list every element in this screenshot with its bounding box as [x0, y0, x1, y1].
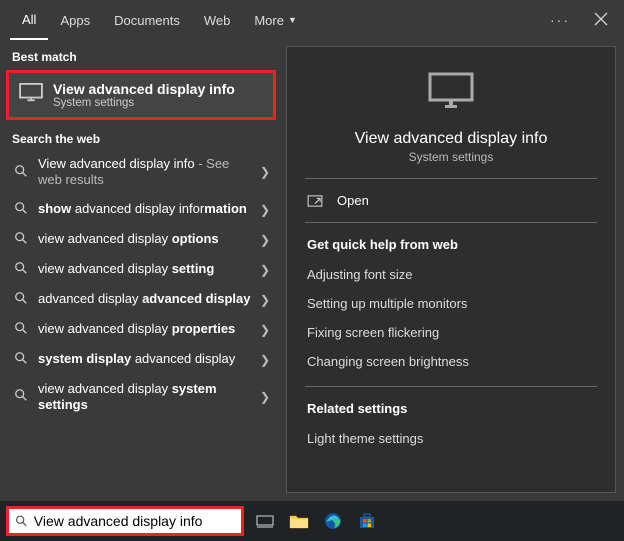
search-icon	[14, 351, 28, 368]
taskbar-search-input[interactable]	[34, 513, 235, 529]
taskbar-search-box[interactable]	[6, 506, 244, 536]
web-result-label: system display advanced display	[38, 351, 235, 367]
web-result[interactable]: view advanced display setting ❯	[2, 255, 280, 285]
quick-help-link[interactable]: Fixing screen flickering	[287, 318, 615, 347]
web-result[interactable]: show advanced display information ❯	[2, 195, 280, 225]
web-result[interactable]: view advanced display system settings ❯	[2, 375, 280, 420]
chevron-right-icon: ❯	[254, 323, 270, 337]
web-result-label: view advanced display setting	[38, 261, 214, 277]
web-result[interactable]: view advanced display options ❯	[2, 225, 280, 255]
filter-tabs: All Apps Documents Web More ▼ ···	[0, 0, 624, 40]
chevron-right-icon: ❯	[254, 390, 270, 404]
preview-pane: View advanced display info System settin…	[286, 46, 616, 493]
tab-more-label: More	[254, 13, 284, 28]
chevron-right-icon: ❯	[254, 263, 270, 277]
open-label: Open	[337, 193, 369, 208]
tab-all[interactable]: All	[10, 0, 48, 40]
preview-title: View advanced display info	[355, 130, 548, 148]
preview-subtitle: System settings	[409, 150, 494, 164]
store-icon	[358, 512, 376, 530]
tab-apps[interactable]: Apps	[48, 0, 102, 40]
tab-documents[interactable]: Documents	[102, 0, 192, 40]
folder-icon	[289, 513, 309, 529]
task-view-button[interactable]	[250, 506, 280, 536]
open-action[interactable]: Open	[287, 179, 615, 222]
best-match-subtitle: System settings	[53, 97, 235, 109]
monitor-icon	[427, 71, 475, 116]
search-icon	[15, 514, 28, 528]
file-explorer-button[interactable]	[284, 506, 314, 536]
task-view-icon	[256, 514, 274, 528]
search-icon	[14, 388, 28, 405]
web-result-label: show advanced display information	[38, 201, 247, 217]
chevron-right-icon: ❯	[254, 293, 270, 307]
group-header-web: Search the web	[0, 126, 282, 150]
chevron-right-icon: ❯	[254, 165, 270, 179]
microsoft-store-button[interactable]	[352, 506, 382, 536]
close-button[interactable]	[584, 6, 618, 35]
quick-help-link[interactable]: Adjusting font size	[287, 260, 615, 289]
web-result-label: view advanced display properties	[38, 321, 235, 337]
chevron-right-icon: ❯	[254, 353, 270, 367]
taskbar	[0, 501, 624, 541]
best-match-item[interactable]: View advanced display info System settin…	[6, 70, 276, 120]
search-icon	[14, 321, 28, 338]
web-result-label: view advanced display options	[38, 231, 219, 247]
tab-web[interactable]: Web	[192, 0, 243, 40]
quick-help-link[interactable]: Setting up multiple monitors	[287, 289, 615, 318]
more-options-button[interactable]: ···	[544, 6, 576, 34]
close-icon	[594, 12, 608, 26]
web-result[interactable]: View advanced display info - See web res…	[2, 150, 280, 195]
best-match-title: View advanced display info	[53, 81, 235, 97]
results-list: Best match View advanced display info Sy…	[0, 40, 282, 501]
windows-search-panel: All Apps Documents Web More ▼ ··· Best m…	[0, 0, 624, 501]
related-settings-header: Related settings	[287, 387, 615, 424]
web-result-label: View advanced display info - See web res…	[38, 156, 254, 189]
group-header-best-match: Best match	[0, 44, 282, 68]
web-result[interactable]: advanced display advanced display ❯	[2, 285, 280, 315]
search-icon	[14, 164, 28, 181]
monitor-icon	[19, 83, 43, 108]
tab-more[interactable]: More ▼	[242, 0, 309, 40]
chevron-down-icon: ▼	[288, 15, 297, 25]
chevron-right-icon: ❯	[254, 233, 270, 247]
search-icon	[14, 261, 28, 278]
search-icon	[14, 291, 28, 308]
chevron-right-icon: ❯	[254, 203, 270, 217]
web-result[interactable]: system display advanced display ❯	[2, 345, 280, 375]
web-result-label: view advanced display system settings	[38, 381, 254, 414]
search-icon	[14, 231, 28, 248]
web-result-label: advanced display advanced display	[38, 291, 250, 307]
related-settings-link[interactable]: Light theme settings	[287, 424, 615, 453]
web-result[interactable]: view advanced display properties ❯	[2, 315, 280, 345]
open-icon	[307, 195, 323, 207]
edge-icon	[324, 512, 342, 530]
search-icon	[14, 201, 28, 218]
edge-browser-button[interactable]	[318, 506, 348, 536]
quick-help-link[interactable]: Changing screen brightness	[287, 347, 615, 376]
quick-help-header: Get quick help from web	[287, 223, 615, 260]
